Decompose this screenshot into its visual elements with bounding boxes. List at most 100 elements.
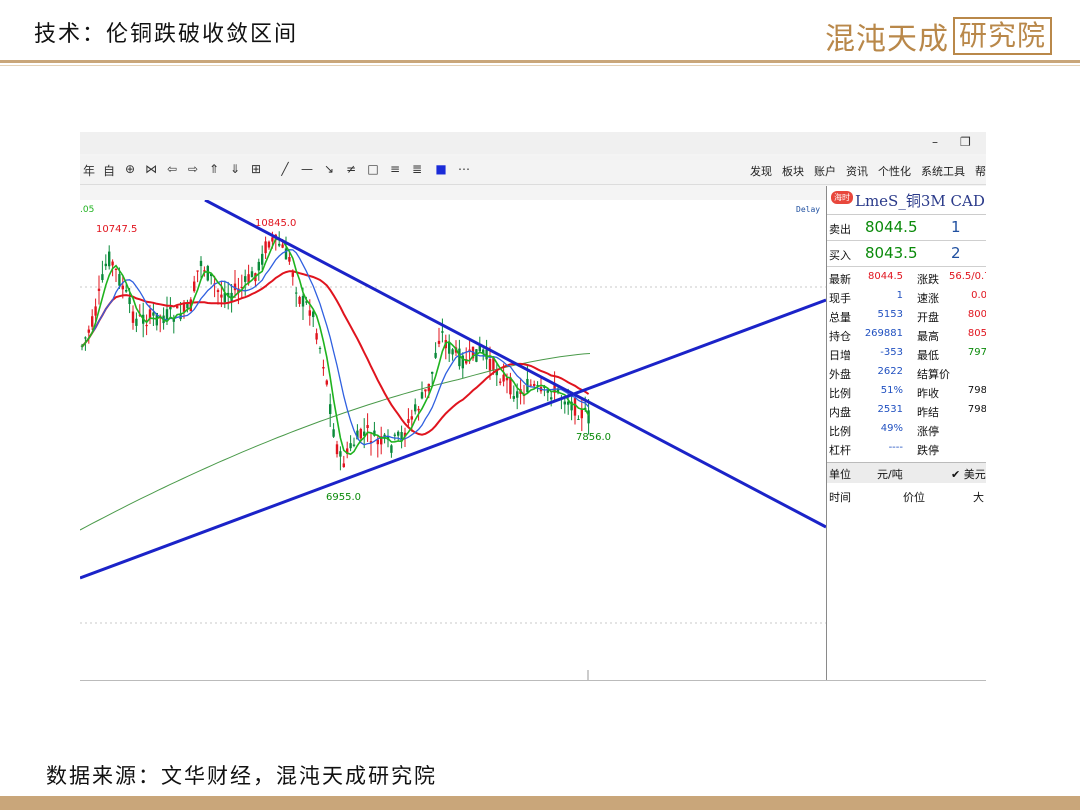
annotation-high-1: 10747.5	[96, 224, 137, 235]
quote-label: 昨结	[917, 406, 939, 419]
tool-zoom-out-icon[interactable]: ⇓	[226, 162, 244, 176]
unit-row: 单位 元/吨 ✔ 美元/	[827, 462, 986, 483]
descending-trendline[interactable]	[204, 200, 826, 529]
candle-body	[216, 290, 220, 293]
candle-body	[97, 288, 101, 291]
minimize-button[interactable]: –	[932, 135, 938, 149]
candle-body	[250, 271, 254, 278]
quote-value: 798	[967, 404, 986, 415]
candle-body	[87, 329, 90, 333]
candle-body	[580, 409, 583, 419]
candle-body	[131, 311, 135, 323]
candle-body	[335, 444, 339, 455]
chart-toolbar: 年 自 ⊕ ⋈ ⇦ ⇨ ⇑ ⇓ ⊞ ╱ — ↘ ≠ □ ≡ ≣ ■ ⋯ 发现 板…	[80, 156, 986, 185]
tool-left-arrow-icon[interactable]: ⇦	[163, 162, 181, 176]
bid-price: 8043.5	[865, 244, 918, 262]
menu-discover[interactable]: 发现	[750, 163, 772, 179]
quote-value: 798	[967, 385, 986, 396]
quote-label: 涨停	[917, 425, 939, 438]
trading-software-screenshot: – ❐ 年 自 ⊕ ⋈ ⇦ ⇨ ⇑ ⇓ ⊞ ╱ — ↘ ≠ □ ≡ ≣ ■ ⋯ …	[80, 132, 986, 681]
tool-zoom-in-icon[interactable]: ⇑	[205, 162, 223, 176]
candle-body	[420, 392, 424, 399]
candle-body	[322, 366, 325, 369]
currency-toggle[interactable]: ✔ 美元/	[951, 466, 986, 482]
tool-fib-icon[interactable]: ≡	[386, 162, 404, 176]
slide-title: 技术：伦铜跌破收敛区间	[34, 22, 299, 47]
tool-right-arrow-icon[interactable]: ⇨	[184, 162, 202, 176]
candle-body	[352, 444, 356, 446]
title-divider-thin	[0, 65, 1080, 66]
quote-row: 持仓 269881 最高 805	[827, 325, 986, 344]
quote-row: 总量 5153 开盘 800	[827, 306, 986, 325]
quote-label: 跌停	[917, 444, 939, 457]
quote-label: 最高	[917, 330, 939, 343]
candle-body	[145, 324, 148, 327]
tool-year[interactable]: 年	[80, 162, 98, 179]
ask-label: 卖出	[829, 223, 851, 236]
tool-rectangle-icon[interactable]: □	[364, 162, 382, 176]
menu-system-tools[interactable]: 系统工具	[921, 163, 965, 179]
candle-body	[573, 398, 577, 416]
menu-sector[interactable]: 板块	[782, 163, 804, 179]
tool-more-icon[interactable]: ⋯	[455, 162, 473, 176]
candle-body	[291, 272, 294, 277]
candle-body	[485, 349, 488, 360]
tool-bowtie-icon[interactable]: ⋈	[142, 162, 160, 176]
candle-body	[318, 347, 322, 349]
menu-news[interactable]: 资讯	[846, 163, 868, 179]
tool-levels-icon[interactable]: ≣	[408, 162, 426, 176]
candle-body	[431, 371, 434, 374]
candle-body	[295, 292, 298, 294]
candle-body	[550, 397, 553, 400]
tool-parallel-icon[interactable]: ≠	[342, 162, 360, 176]
candle-body	[264, 241, 267, 254]
candle-body	[329, 404, 332, 415]
candle-body	[397, 431, 400, 436]
top-menu: 发现 板块 账户 资讯 个性化 系统工具 帮	[750, 163, 986, 179]
quote-value: 805	[967, 328, 986, 339]
unit-value: 元/吨	[877, 468, 903, 481]
candle-body	[529, 384, 532, 386]
candle-body	[244, 276, 247, 282]
ask-volume: 1	[951, 218, 961, 236]
candle-body	[111, 261, 114, 266]
tool-crosshair-icon[interactable]: ⊕	[121, 162, 139, 176]
candle-body	[366, 425, 369, 429]
candle-body	[169, 306, 172, 310]
menu-help[interactable]: 帮	[975, 163, 986, 179]
candlestick-chart[interactable]: .05 Delay 10747.5 10845.0 6955.0 7856.0	[80, 200, 826, 680]
quote-value: 2531	[877, 404, 903, 415]
ask-row: 卖出 8044.5 1	[827, 216, 986, 241]
annotation-low: 6955.0	[326, 492, 361, 503]
quote-label: 最低	[917, 349, 939, 362]
candle-body	[502, 374, 505, 382]
tool-hline-icon[interactable]: —	[298, 162, 316, 176]
trades-header: 时间 价位 大	[827, 486, 986, 506]
candle-body	[298, 296, 301, 304]
restore-button[interactable]: ❐	[960, 135, 971, 149]
tool-color-icon[interactable]: ■	[432, 162, 450, 176]
menu-personalize[interactable]: 个性化	[878, 163, 911, 179]
tool-grid-icon[interactable]: ⊞	[247, 162, 265, 176]
logo-main-text: 混沌天成	[824, 22, 949, 57]
quote-label: 比例	[829, 387, 851, 400]
candle-body	[182, 303, 186, 312]
tool-ray-icon[interactable]: ↘	[320, 162, 338, 176]
ascending-trendline[interactable]	[80, 298, 826, 580]
footer-bar	[0, 796, 1080, 810]
annotation-last: 7856.0	[576, 432, 611, 443]
col-size: 大	[973, 491, 984, 504]
candle-body	[104, 263, 107, 267]
quote-row: 杠杆 ---- 跌停	[827, 439, 986, 458]
quote-label: 现手	[829, 292, 851, 305]
quote-label: 昨收	[917, 387, 939, 400]
tool-auto[interactable]: 自	[100, 162, 118, 179]
bid-row: 买入 8043.5 2	[827, 242, 986, 267]
quote-value: 49%	[880, 423, 903, 434]
candle-body	[114, 268, 118, 270]
menu-account[interactable]: 账户	[814, 163, 836, 179]
candle-body	[339, 451, 342, 457]
candle-body	[91, 316, 94, 327]
candle-body	[128, 297, 131, 305]
tool-line-icon[interactable]: ╱	[276, 162, 294, 176]
